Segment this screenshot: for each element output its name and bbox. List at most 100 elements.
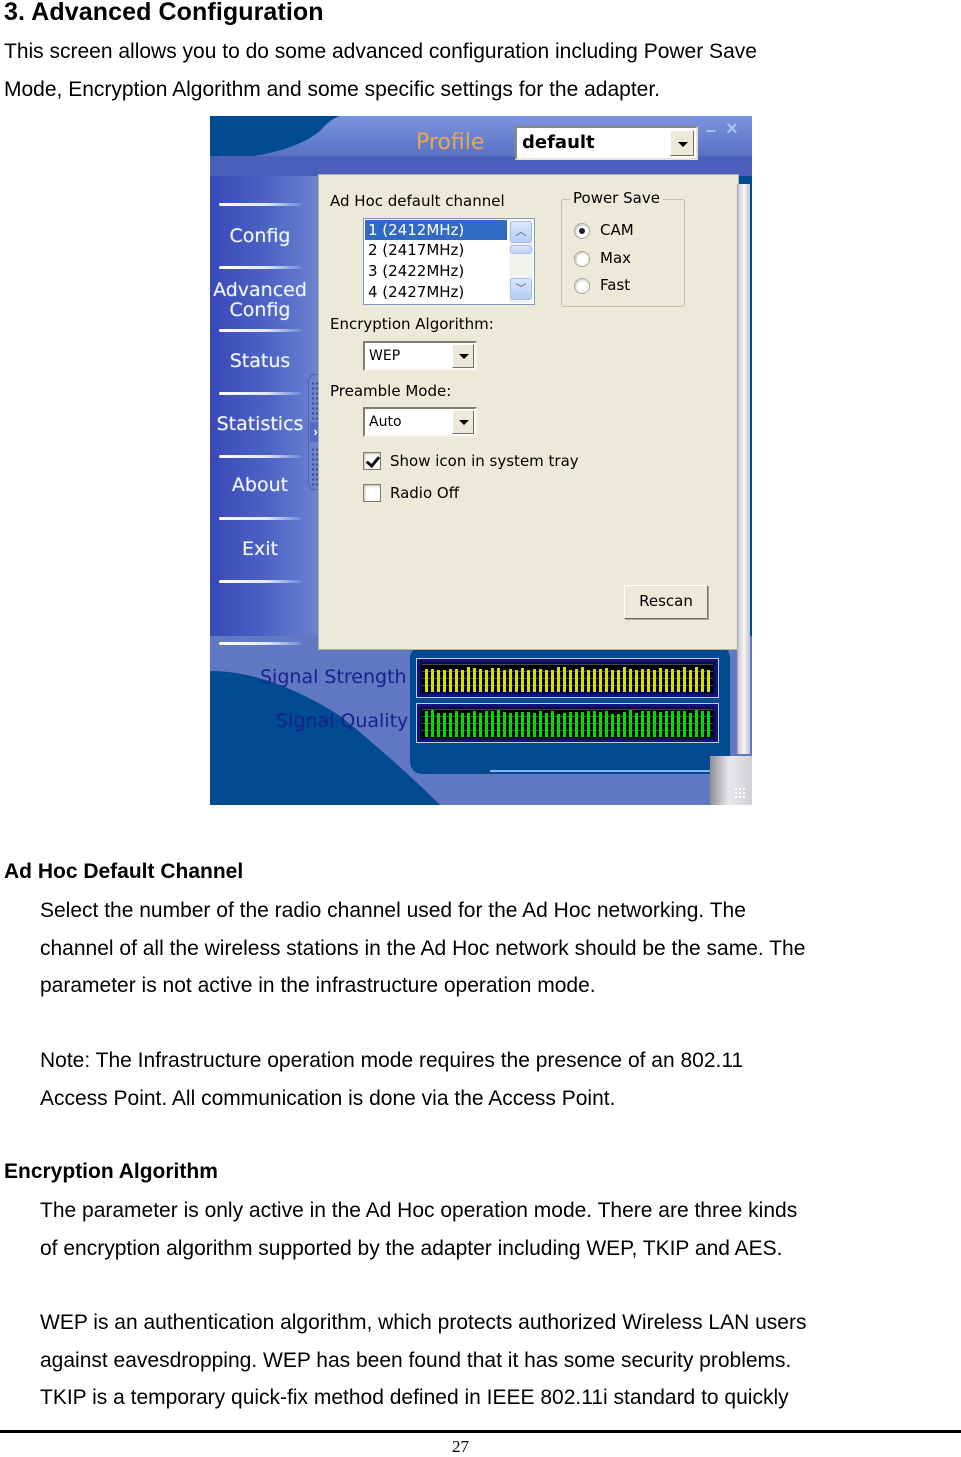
nav-divider	[219, 203, 301, 206]
meter-bar	[575, 712, 578, 737]
rescan-button[interactable]: Rescan	[624, 585, 708, 619]
channel-option[interactable]: 1 (2412MHz)	[365, 220, 507, 240]
power-save-group: Power Save CAM Max Fast	[561, 189, 685, 307]
meter-bar	[689, 713, 692, 737]
meter-bar	[569, 712, 572, 737]
meter-bar	[533, 713, 536, 737]
show-tray-icon-checkbox[interactable]	[363, 452, 381, 470]
nav-divider	[219, 455, 301, 458]
adhoc-channel-listbox[interactable]: 1 (2412MHz) 2 (2417MHz) 3 (2422MHz) 4 (2…	[363, 218, 535, 305]
meter-bar	[647, 711, 650, 737]
meter-bar	[545, 670, 548, 692]
meter-bar	[653, 670, 656, 692]
profile-value: default	[522, 132, 595, 153]
meter-bar	[539, 669, 542, 692]
meter-bar	[449, 669, 452, 692]
preamble-dropdown[interactable]: Auto	[363, 407, 477, 437]
signal-strength-meter	[416, 658, 719, 698]
meter-bar	[635, 670, 638, 692]
text-line: WEP is an authentication algorithm, whic…	[40, 1311, 807, 1334]
power-save-legend: Power Save	[570, 189, 663, 207]
scroll-up-icon[interactable]: ︿	[510, 221, 532, 243]
chevron-down-icon[interactable]	[670, 130, 694, 156]
meter-bar	[641, 669, 644, 692]
meter-bar	[449, 713, 452, 737]
checkbox-label: Radio Off	[390, 484, 460, 502]
profile-dropdown[interactable]: default	[515, 126, 698, 160]
nav-divider	[219, 517, 301, 520]
minimize-icon[interactable]: –	[706, 120, 716, 141]
scroll-down-icon[interactable]: ﹀	[510, 278, 532, 300]
chevron-down-icon[interactable]	[452, 410, 474, 434]
profile-label: Profile	[416, 130, 485, 155]
nav-item-about[interactable]: About	[210, 475, 310, 495]
meter-bar	[659, 712, 662, 737]
text-line: Select the number of the radio channel u…	[40, 899, 746, 922]
meter-bar	[659, 668, 662, 692]
radio-off-checkbox[interactable]	[363, 484, 381, 502]
radio-label: CAM	[600, 221, 634, 239]
meter-bar	[455, 711, 458, 737]
meter-bar	[521, 668, 524, 692]
text-line: Note: The Infrastructure operation mode …	[40, 1049, 744, 1072]
meter-bar	[515, 712, 518, 737]
meter-bar	[443, 670, 446, 692]
channel-option[interactable]: 3 (2422MHz)	[365, 261, 507, 281]
channel-scrollbar[interactable]: ︿ ﹀	[509, 220, 533, 303]
checkbox-label: Show icon in system tray	[390, 452, 579, 470]
meter-bar	[545, 713, 548, 737]
nav-item-status[interactable]: Status	[210, 351, 310, 371]
meter-bar	[455, 669, 458, 692]
close-icon[interactable]: ×	[726, 118, 738, 141]
encryption-dropdown[interactable]: WEP	[363, 341, 477, 371]
meter-bar	[623, 667, 626, 692]
meter-track	[422, 664, 713, 692]
channel-option[interactable]: 2 (2417MHz)	[365, 240, 507, 260]
meter-bar	[473, 711, 476, 737]
radio-cam[interactable]	[574, 223, 590, 239]
radio-max[interactable]	[574, 251, 590, 267]
text-line: The parameter is only active in the Ad H…	[40, 1199, 798, 1222]
meter-bar	[461, 713, 464, 737]
adhoc-channel-label: Ad Hoc default channel	[330, 192, 505, 210]
meter-bar	[707, 670, 710, 692]
meter-grid	[422, 709, 713, 737]
text-line: TKIP is a temporary quick-fix method def…	[40, 1386, 789, 1409]
meter-bar	[695, 667, 698, 692]
meter-bar	[599, 712, 602, 737]
nav-item-statistics[interactable]: Statistics	[210, 414, 310, 434]
meter-bar	[521, 712, 524, 737]
nav-item-config[interactable]: Config	[210, 226, 310, 246]
signal-strength-label: Signal Strength	[260, 666, 407, 688]
chevron-down-icon[interactable]	[452, 344, 474, 368]
radio-fast[interactable]	[574, 278, 590, 294]
signal-quality-label: Signal Quality	[276, 710, 409, 732]
meter-bar	[701, 669, 704, 692]
advanced-config-panel: Ad Hoc default channel 1 (2412MHz) 2 (24…	[318, 174, 739, 650]
meter-bar	[473, 668, 476, 692]
meter-bar	[677, 670, 680, 692]
meter-bar	[425, 669, 428, 692]
paragraph: The parameter is only active in the Ad H…	[40, 1192, 958, 1267]
meter-bar	[635, 713, 638, 737]
meter-bar	[665, 711, 668, 737]
meter-bar	[509, 713, 512, 737]
meter-bar	[533, 669, 536, 692]
meter-grid	[422, 664, 713, 692]
meter-bar	[581, 712, 584, 737]
nav-item-exit[interactable]: Exit	[210, 539, 310, 559]
paragraph: WEP is an authentication algorithm, whic…	[40, 1304, 958, 1417]
radio-label: Max	[600, 249, 632, 267]
meter-bar	[497, 668, 500, 692]
meter-bar	[599, 669, 602, 692]
wireless-utility-window: Profile default – × Config Advanced Conf…	[210, 116, 752, 805]
scroll-thumb[interactable]	[510, 245, 532, 254]
meter-bar	[557, 667, 560, 692]
preamble-value: Auto	[369, 414, 402, 430]
nav-item-advanced-config[interactable]: Advanced Config	[210, 280, 310, 320]
meter-bar	[653, 711, 656, 737]
channel-option[interactable]: 4 (2427MHz)	[365, 282, 507, 302]
intro-line: Mode, Encryption Algorithm and some spec…	[4, 77, 661, 101]
meter-bar	[563, 667, 566, 692]
resize-grip-icon[interactable]	[710, 756, 752, 805]
